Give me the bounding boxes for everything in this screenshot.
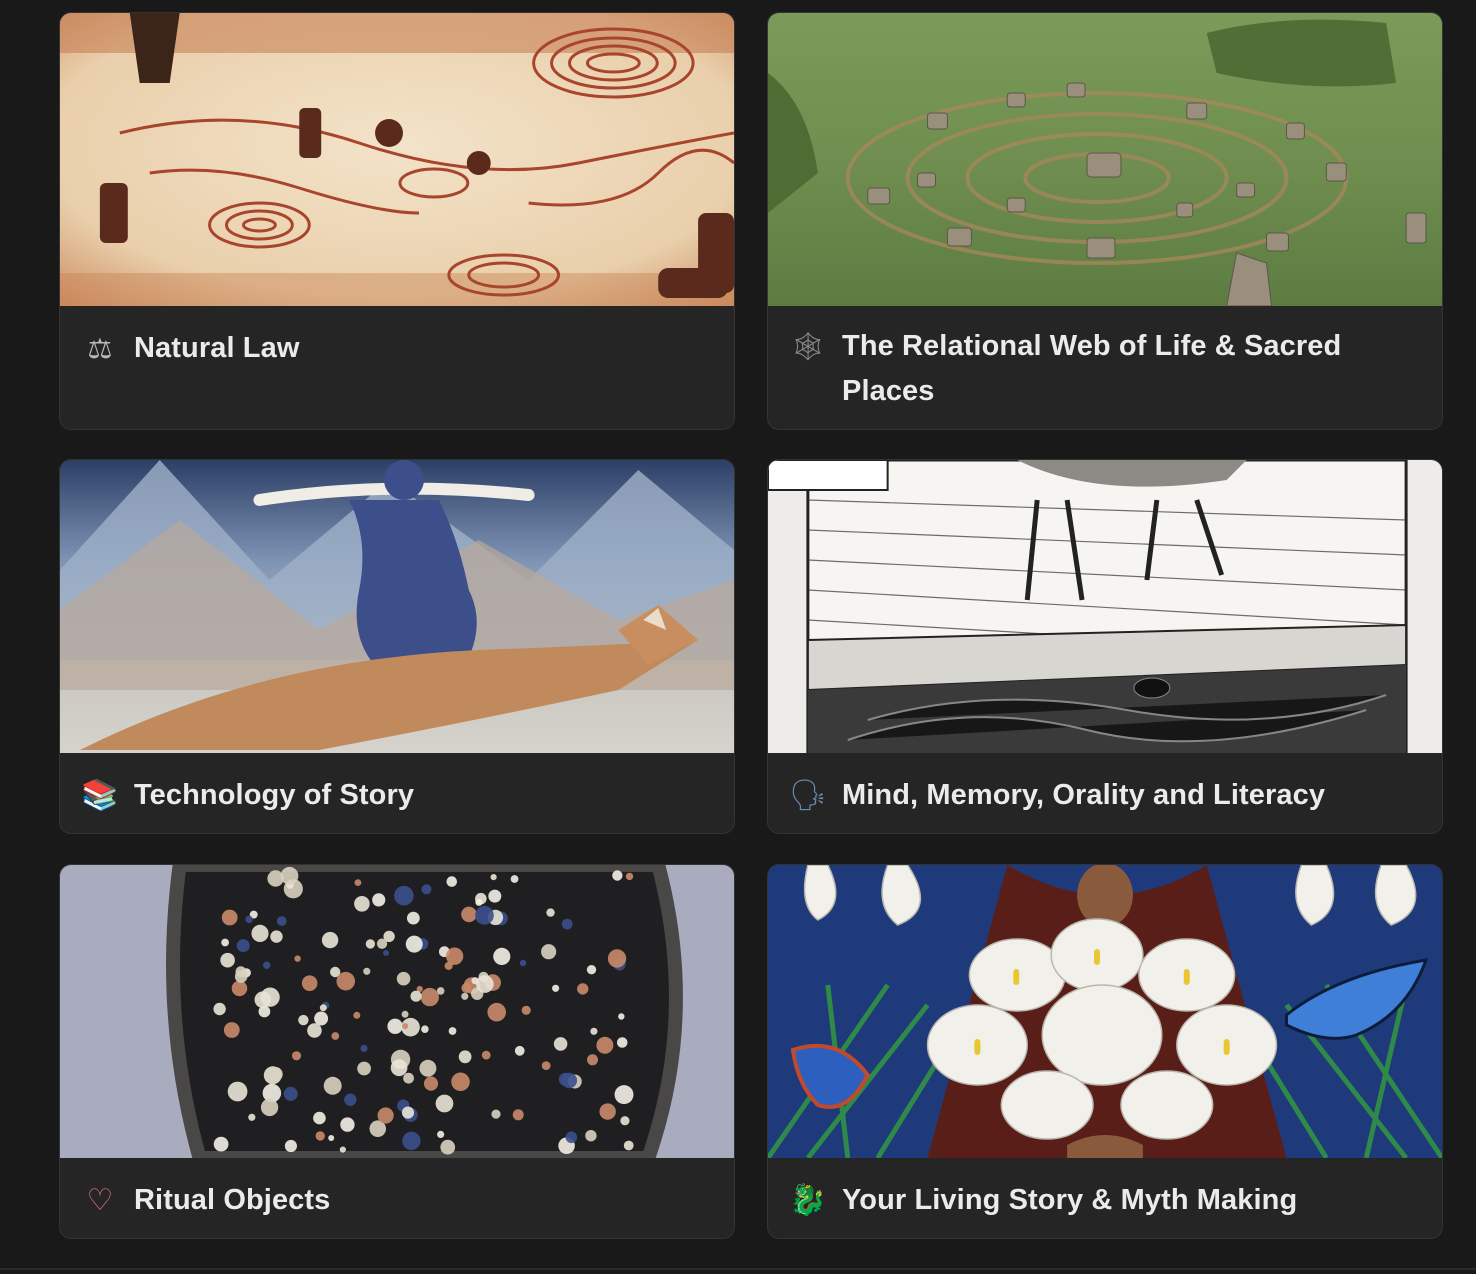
card-title: Your Living Story & Myth Making (842, 1184, 1298, 1216)
card-title: The Relational Web of Life & Sacred Plac… (842, 330, 1342, 407)
balance-scale-icon: ⚖ (87, 332, 113, 365)
cover-image-stone-spiral (768, 13, 1442, 306)
gallery-card-ritual-objects[interactable]: ♡ Ritual Objects (59, 864, 735, 1239)
cover-image-calla-lilies (768, 865, 1442, 1158)
cover-image-engraving (768, 460, 1442, 753)
card-caption: ♡ Ritual Objects (60, 1158, 734, 1223)
cover-image-sand-painting (60, 13, 734, 306)
gallery-card-mind-memory[interactable]: 🗣 Mind, Memory, Orality and Literacy (767, 459, 1443, 834)
cover-image-figure-on-fox (60, 460, 734, 753)
cover-image-beaded-object (60, 865, 734, 1158)
card-caption: 🗣 Mind, Memory, Orality and Literacy (768, 753, 1442, 818)
card-title: Technology of Story (134, 779, 415, 811)
card-caption: 🐉 Your Living Story & Myth Making (768, 1158, 1442, 1223)
books-icon: 📚 (81, 778, 119, 813)
card-title: Natural Law (134, 332, 300, 364)
gallery-card-technology-of-story[interactable]: 📚 Technology of Story (59, 459, 735, 834)
gallery-view: ⚖ Natural Law 🕸 The Relational Web of Li… (0, 0, 1476, 1274)
dragon-icon: 🐉 (789, 1183, 827, 1218)
gallery-card-relational-web[interactable]: 🕸 The Relational Web of Life & Sacred Pl… (767, 12, 1443, 430)
card-caption: 🕸 The Relational Web of Life & Sacred Pl… (768, 306, 1442, 414)
card-caption: ⚖ Natural Law (60, 306, 734, 371)
speaking-head-icon: 🗣 (788, 778, 828, 813)
divider (0, 1268, 1476, 1270)
spider-web-icon: 🕸 (790, 330, 826, 363)
heart-outline-icon: ♡ (86, 1183, 114, 1218)
card-title: Ritual Objects (134, 1184, 331, 1216)
gallery-card-natural-law[interactable]: ⚖ Natural Law (59, 12, 735, 430)
card-title: Mind, Memory, Orality and Literacy (842, 779, 1326, 811)
card-caption: 📚 Technology of Story (60, 753, 734, 818)
gallery-card-living-story[interactable]: 🐉 Your Living Story & Myth Making (767, 864, 1443, 1239)
